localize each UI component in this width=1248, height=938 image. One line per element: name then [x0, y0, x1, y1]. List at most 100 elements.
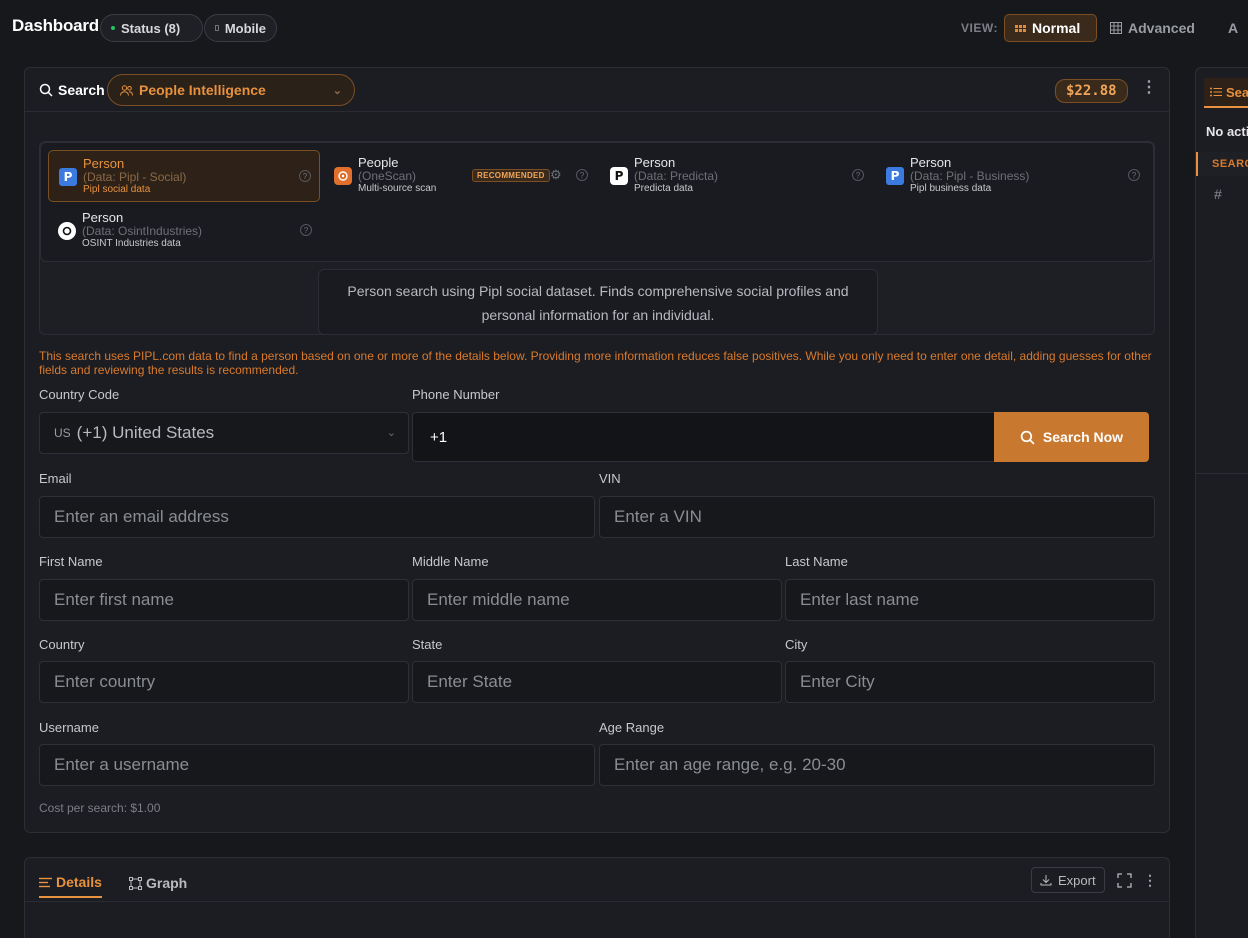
help-icon[interactable]: ?	[576, 169, 588, 181]
source-selector: P Person (Data: Pipl - Social) Pipl soci…	[39, 141, 1155, 335]
source-osint-industries[interactable]: Person (Data: OsintIndustries) OSINT Ind…	[48, 205, 320, 257]
users-icon	[120, 84, 133, 96]
first-name-field[interactable]: Enter first name	[39, 579, 409, 621]
source-pipl-business[interactable]: P Person (Data: Pipl - Business) Pipl bu…	[876, 150, 1148, 202]
middle-name-field[interactable]: Enter middle name	[412, 579, 782, 621]
source-name: Person	[634, 155, 676, 170]
list-icon	[1210, 87, 1222, 97]
country-label: Country	[39, 637, 85, 652]
source-desc: Pipl social data	[83, 184, 151, 195]
source-desc: Multi-source scan	[358, 183, 437, 194]
tab-searches[interactable]: Sea	[1204, 78, 1248, 108]
tab-details-label: Details	[56, 874, 102, 890]
source-name: Person	[82, 210, 124, 225]
fullscreen-icon[interactable]	[1117, 873, 1132, 891]
tab-graph-label: Graph	[146, 875, 188, 891]
country-code-select[interactable]: US (+1) United States ⌄	[39, 412, 409, 454]
help-icon[interactable]: ?	[299, 170, 311, 182]
recommended-badge: RECOMMENDED	[472, 169, 550, 182]
source-sub: (Data: Pipl - Social)	[83, 170, 187, 184]
details-panel: Details Graph Export ⋮	[24, 857, 1170, 938]
country-code-label: Country Code	[39, 387, 120, 402]
page-title: Dashboard	[12, 16, 99, 35]
tab-searches-label: Sea	[1226, 84, 1248, 100]
list-icon	[39, 877, 52, 887]
predicta-icon: P	[610, 167, 628, 185]
export-button[interactable]: Export	[1031, 867, 1105, 893]
view-normal-button[interactable]: Normal	[1004, 14, 1097, 42]
source-pipl-social[interactable]: P Person (Data: Pipl - Social) Pipl soci…	[48, 150, 320, 202]
credit-balance: $22.88	[1055, 79, 1128, 103]
search-mode-select[interactable]: People Intelligence ⌄	[107, 74, 355, 106]
username-field[interactable]: Enter a username	[39, 744, 595, 786]
view-normal-label: Normal	[1032, 20, 1081, 36]
phone-label: Phone Number	[412, 387, 500, 402]
searches-header: SEARC	[1196, 152, 1248, 176]
country-field[interactable]: Enter country	[39, 661, 409, 703]
mobile-button[interactable]: Mobile	[204, 14, 277, 42]
email-label: Email	[39, 471, 72, 486]
search-panel-header: Search People Intelligence ⌄ $22.88 ⋮	[25, 68, 1169, 112]
onescan-icon	[334, 167, 352, 185]
search-panel: Search People Intelligence ⌄ $22.88 ⋮ P …	[24, 67, 1170, 833]
chevron-down-icon: ⌄	[332, 85, 342, 97]
no-activity-text: No acti	[1206, 124, 1248, 139]
phone-input[interactable]: +1	[412, 412, 996, 462]
source-sub: (Data: Pipl - Business)	[910, 169, 1030, 183]
help-icon[interactable]: ?	[852, 169, 864, 181]
more-options-icon[interactable]: ⋮	[1143, 873, 1157, 887]
source-name: Person	[910, 155, 952, 170]
side-panel: Sea No acti SEARC #	[1195, 67, 1248, 938]
first-name-label: First Name	[39, 554, 103, 569]
help-icon[interactable]: ?	[300, 224, 312, 236]
source-sub: (OneScan)	[358, 169, 417, 183]
osint-industries-icon	[58, 222, 76, 240]
mobile-icon	[215, 25, 219, 31]
age-range-field[interactable]: Enter an age range, e.g. 20-30	[599, 744, 1155, 786]
email-field[interactable]: Enter an email address	[39, 496, 595, 538]
graph-icon	[129, 876, 142, 890]
city-label: City	[785, 637, 808, 652]
search-now-label: Search Now	[1042, 429, 1124, 445]
search-heading: Search	[39, 82, 105, 98]
tab-graph[interactable]: Graph	[129, 868, 187, 898]
view-ai-button[interactable]: A	[1212, 14, 1248, 42]
search-mode-label: People Intelligence	[139, 82, 266, 98]
hash-column-header: #	[1214, 186, 1222, 202]
vin-field[interactable]: Enter a VIN	[599, 496, 1155, 538]
source-predicta[interactable]: P Person (Data: Predicta) Predicta data …	[600, 150, 872, 202]
more-options-icon[interactable]: ⋮	[1141, 80, 1157, 96]
table-icon	[1110, 22, 1122, 34]
last-name-field[interactable]: Enter last name	[785, 579, 1155, 621]
tab-details[interactable]: Details	[39, 868, 102, 898]
download-icon	[1040, 875, 1052, 886]
status-label: Status (8)	[121, 20, 181, 36]
status-button[interactable]: Status (8)	[100, 14, 203, 42]
help-icon[interactable]: ?	[1128, 169, 1140, 181]
gear-icon[interactable]: ⚙	[550, 167, 562, 183]
search-heading-label: Search	[58, 82, 105, 98]
state-label: State	[412, 637, 443, 652]
age-range-label: Age Range	[599, 720, 665, 735]
chevron-down-icon: ⌄	[386, 427, 396, 439]
status-dot-icon	[111, 26, 115, 30]
pipl-icon: P	[59, 168, 77, 186]
city-field[interactable]: Enter City	[785, 661, 1155, 703]
source-description: Person search using Pipl social dataset.…	[318, 269, 878, 335]
details-panel-header: Details Graph Export ⋮	[25, 858, 1169, 902]
view-advanced-button[interactable]: Advanced	[1100, 14, 1206, 42]
last-name-label: Last Name	[785, 554, 848, 569]
middle-name-label: Middle Name	[412, 554, 489, 569]
pipl-icon: P	[886, 167, 904, 185]
source-name: People	[358, 155, 399, 170]
search-now-button[interactable]: Search Now	[994, 412, 1149, 462]
view-ai-label: A	[1228, 20, 1239, 36]
state-field[interactable]: Enter State	[412, 661, 782, 703]
search-note: This search uses PIPL.com data to find a…	[39, 349, 1152, 377]
grid-icon	[1015, 24, 1026, 32]
source-onescan[interactable]: People (OneScan) Multi-source scan RECOM…	[324, 150, 596, 202]
country-code-value: (+1) United States	[76, 423, 215, 442]
vin-label: VIN	[599, 471, 621, 486]
source-name: Person	[83, 156, 125, 171]
search-icon	[39, 83, 53, 97]
